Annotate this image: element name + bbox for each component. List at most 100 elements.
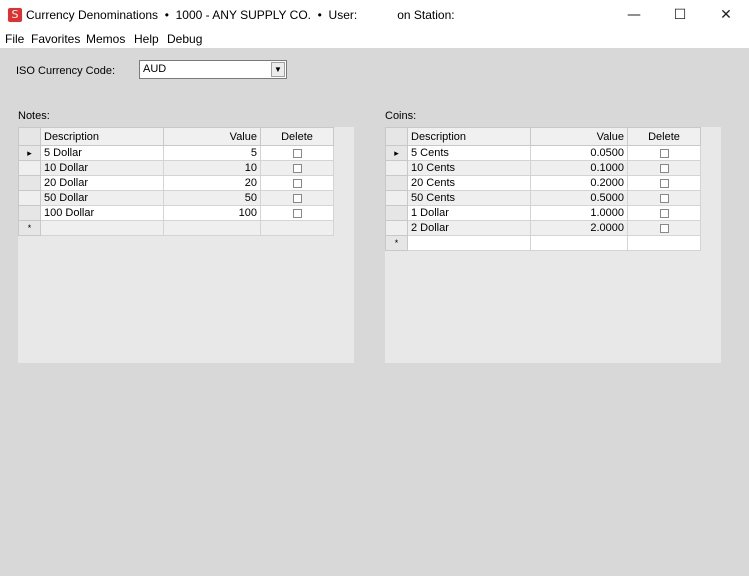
notes-col-description[interactable]: Description bbox=[40, 127, 164, 146]
delete-cell bbox=[260, 190, 334, 206]
delete-cell bbox=[260, 175, 334, 191]
coins-header-row: Description Value Delete bbox=[385, 127, 701, 146]
notes-header-row: Description Value Delete bbox=[18, 127, 334, 146]
menu-debug[interactable]: Debug bbox=[167, 32, 202, 46]
row-header[interactable] bbox=[18, 205, 41, 221]
close-button[interactable]: ✕ bbox=[703, 0, 749, 31]
row-header[interactable] bbox=[18, 175, 41, 191]
coins-grid: Description Value Delete ▸ 5 Cents 0.050… bbox=[385, 127, 721, 363]
table-row[interactable]: 10 Cents 0.1000 bbox=[385, 160, 701, 176]
row-header-corner bbox=[18, 127, 41, 146]
dropdown-arrow-icon[interactable]: ▼ bbox=[271, 62, 285, 77]
current-row-icon[interactable]: ▸ bbox=[18, 145, 41, 161]
menu-file[interactable]: File bbox=[5, 32, 24, 46]
description-cell[interactable]: 10 Cents bbox=[407, 160, 531, 176]
coins-table: Description Value Delete ▸ 5 Cents 0.050… bbox=[385, 127, 701, 251]
delete-checkbox[interactable] bbox=[292, 163, 302, 173]
menu-memos[interactable]: Memos bbox=[86, 32, 125, 46]
value-cell[interactable]: 5 bbox=[163, 145, 261, 161]
current-row-icon[interactable]: ▸ bbox=[385, 145, 408, 161]
delete-cell[interactable] bbox=[627, 235, 701, 251]
menu-favorites[interactable]: Favorites bbox=[31, 32, 80, 46]
new-row-icon[interactable]: * bbox=[18, 220, 41, 236]
delete-checkbox[interactable] bbox=[292, 148, 302, 158]
new-row[interactable]: * bbox=[18, 220, 334, 236]
notes-col-value[interactable]: Value bbox=[163, 127, 261, 146]
iso-currency-select[interactable]: AUD ▼ bbox=[139, 60, 287, 79]
coins-col-delete[interactable]: Delete bbox=[627, 127, 701, 146]
iso-currency-value: AUD bbox=[143, 63, 167, 75]
value-cell[interactable]: 0.2000 bbox=[530, 175, 628, 191]
delete-checkbox[interactable] bbox=[292, 208, 302, 218]
coins-col-value[interactable]: Value bbox=[530, 127, 628, 146]
menu-help[interactable]: Help bbox=[134, 32, 159, 46]
description-cell[interactable] bbox=[407, 235, 531, 251]
value-cell[interactable]: 0.0500 bbox=[530, 145, 628, 161]
value-cell[interactable]: 1.0000 bbox=[530, 205, 628, 221]
table-row[interactable]: ▸ 5 Cents 0.0500 bbox=[385, 145, 701, 161]
row-header[interactable] bbox=[18, 190, 41, 206]
table-row[interactable]: 1 Dollar 1.0000 bbox=[385, 205, 701, 221]
description-cell[interactable]: 1 Dollar bbox=[407, 205, 531, 221]
window-title: Currency Denominations • 1000 - ANY SUPP… bbox=[26, 8, 455, 22]
delete-checkbox[interactable] bbox=[659, 148, 669, 158]
value-cell[interactable]: 50 bbox=[163, 190, 261, 206]
value-cell[interactable]: 0.1000 bbox=[530, 160, 628, 176]
value-cell[interactable]: 20 bbox=[163, 175, 261, 191]
maximize-button[interactable]: ☐ bbox=[657, 0, 703, 31]
description-cell[interactable]: 100 Dollar bbox=[40, 205, 164, 221]
table-row[interactable]: 2 Dollar 2.0000 bbox=[385, 220, 701, 236]
row-header[interactable] bbox=[385, 160, 408, 176]
table-row[interactable]: 20 Cents 0.2000 bbox=[385, 175, 701, 191]
delete-cell bbox=[627, 160, 701, 176]
table-row[interactable]: 10 Dollar 10 bbox=[18, 160, 334, 176]
value-cell[interactable]: 0.5000 bbox=[530, 190, 628, 206]
minimize-button[interactable]: — bbox=[611, 0, 657, 31]
new-row[interactable]: * bbox=[385, 235, 701, 251]
notes-grid: Description Value Delete ▸ 5 Dollar 5 10… bbox=[18, 127, 354, 363]
row-header[interactable] bbox=[385, 175, 408, 191]
description-cell[interactable]: 10 Dollar bbox=[40, 160, 164, 176]
delete-checkbox[interactable] bbox=[292, 193, 302, 203]
notes-table: Description Value Delete ▸ 5 Dollar 5 10… bbox=[18, 127, 334, 236]
table-row[interactable]: 50 Cents 0.5000 bbox=[385, 190, 701, 206]
description-cell[interactable]: 5 Dollar bbox=[40, 145, 164, 161]
value-cell[interactable]: 10 bbox=[163, 160, 261, 176]
delete-checkbox[interactable] bbox=[659, 163, 669, 173]
row-header[interactable] bbox=[385, 190, 408, 206]
description-cell[interactable]: 5 Cents bbox=[407, 145, 531, 161]
description-cell[interactable]: 20 Dollar bbox=[40, 175, 164, 191]
delete-checkbox[interactable] bbox=[659, 223, 669, 233]
delete-checkbox[interactable] bbox=[292, 178, 302, 188]
description-cell[interactable]: 50 Cents bbox=[407, 190, 531, 206]
title-bar: S Currency Denominations • 1000 - ANY SU… bbox=[0, 0, 749, 31]
delete-checkbox[interactable] bbox=[659, 208, 669, 218]
value-cell[interactable]: 100 bbox=[163, 205, 261, 221]
delete-cell bbox=[627, 190, 701, 206]
table-row[interactable]: 50 Dollar 50 bbox=[18, 190, 334, 206]
notes-col-delete[interactable]: Delete bbox=[260, 127, 334, 146]
delete-cell bbox=[627, 205, 701, 221]
table-row[interactable]: ▸ 5 Dollar 5 bbox=[18, 145, 334, 161]
value-cell[interactable] bbox=[163, 220, 261, 236]
row-header[interactable] bbox=[385, 220, 408, 236]
iso-currency-label: ISO Currency Code: bbox=[16, 65, 116, 77]
table-row[interactable]: 20 Dollar 20 bbox=[18, 175, 334, 191]
description-cell[interactable]: 2 Dollar bbox=[407, 220, 531, 236]
row-header[interactable] bbox=[385, 205, 408, 221]
new-row-icon[interactable]: * bbox=[385, 235, 408, 251]
description-cell[interactable]: 20 Cents bbox=[407, 175, 531, 191]
coins-col-description[interactable]: Description bbox=[407, 127, 531, 146]
row-header[interactable] bbox=[18, 160, 41, 176]
delete-checkbox[interactable] bbox=[659, 193, 669, 203]
delete-cell bbox=[260, 205, 334, 221]
description-cell[interactable]: 50 Dollar bbox=[40, 190, 164, 206]
delete-checkbox[interactable] bbox=[659, 178, 669, 188]
delete-cell bbox=[627, 145, 701, 161]
value-cell[interactable]: 2.0000 bbox=[530, 220, 628, 236]
delete-cell bbox=[260, 145, 334, 161]
delete-cell[interactable] bbox=[260, 220, 334, 236]
value-cell[interactable] bbox=[530, 235, 628, 251]
description-cell[interactable] bbox=[40, 220, 164, 236]
table-row[interactable]: 100 Dollar 100 bbox=[18, 205, 334, 221]
